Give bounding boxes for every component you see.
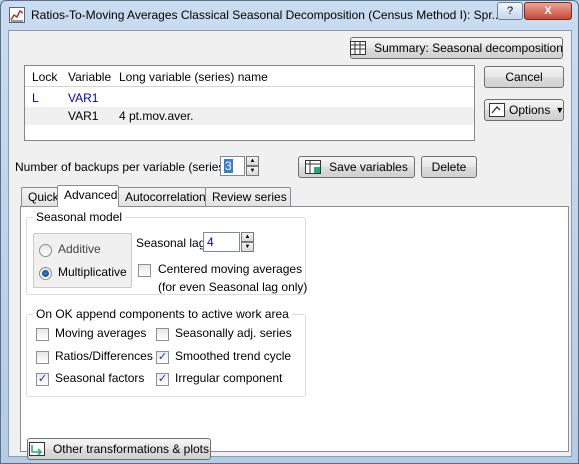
dialog-body: Summary: Seasonal decomposition Cancel O…: [8, 30, 572, 460]
append-components-group: On OK append components to active work a…: [26, 307, 306, 397]
centered-moving-averages-checkbox[interactable]: [138, 264, 151, 277]
centered-moving-averages-label: Centered moving averages: [158, 262, 303, 276]
tab-autocorrelations[interactable]: Autocorrelations: [118, 187, 212, 206]
additive-radio[interactable]: [39, 244, 52, 257]
seasonal-lag-value: 4: [207, 235, 214, 249]
transform-icon: [28, 442, 45, 456]
advanced-tab-panel: Seasonal model Additive Multiplicative S…: [20, 206, 569, 460]
variable-cell: VAR1: [68, 109, 99, 123]
list-item[interactable]: L VAR1: [25, 89, 474, 107]
dropdown-arrow-icon: ▼: [555, 105, 565, 115]
seasonally-adj-series-checkbox[interactable]: [156, 328, 169, 341]
backups-label: Number of backups per variable (series):: [15, 160, 232, 174]
help-button[interactable]: ?: [497, 2, 523, 20]
close-button[interactable]: X: [524, 2, 572, 20]
spin-down-icon[interactable]: ▼: [246, 166, 259, 176]
seasonal-model-group: Seasonal model Additive Multiplicative S…: [26, 210, 308, 295]
variables-list[interactable]: Lock Variable Long variable (series) nam…: [24, 65, 475, 141]
model-type-box: Additive Multiplicative: [33, 233, 132, 288]
table-icon: [350, 41, 367, 55]
header-lock: Lock: [32, 70, 58, 84]
irregular-component-checkbox[interactable]: ✓: [156, 373, 169, 386]
smoothed-trend-cycle-label: Smoothed trend cycle: [175, 349, 292, 363]
tab-quick[interactable]: Quick: [21, 187, 59, 206]
append-components-title: On OK append components to active work a…: [33, 307, 292, 321]
multiplicative-label: Multiplicative: [58, 265, 127, 279]
options-icon: [489, 103, 505, 117]
other-transformations-label: Other transformations & plots: [52, 442, 210, 456]
save-variables-button[interactable]: Save variables: [298, 156, 415, 178]
header-long-name: Long variable (series) name: [119, 70, 268, 84]
ratios-differences-label: Ratios/Differences: [55, 349, 153, 363]
window-title: Ratios-To-Moving Averages Classical Seas…: [31, 8, 499, 22]
spin-down-icon[interactable]: ▼: [241, 242, 254, 252]
backups-input[interactable]: 3: [220, 156, 245, 176]
spin-up-icon[interactable]: ▲: [246, 156, 259, 166]
lock-cell: L: [32, 91, 39, 105]
title-bar: Ratios-To-Moving Averages Classical Seas…: [1, 1, 578, 29]
summary-button-label: Summary: Seasonal decomposition: [374, 41, 563, 55]
spin-up-icon[interactable]: ▲: [241, 232, 254, 242]
additive-label: Additive: [58, 242, 101, 256]
centered-note: (for even Seasonal lag only): [158, 280, 308, 294]
chart-icon: [9, 7, 25, 23]
cancel-button[interactable]: Cancel: [484, 66, 564, 88]
variables-list-header: Lock Variable Long variable (series) nam…: [25, 66, 474, 87]
seasonally-adj-series-label: Seasonally adj. series: [175, 326, 292, 340]
tab-advanced[interactable]: Advanced: [57, 185, 119, 207]
multiplicative-radio[interactable]: [39, 267, 52, 280]
header-variable: Variable: [68, 70, 112, 84]
ratios-differences-checkbox[interactable]: [36, 351, 49, 364]
long-name-cell: 4 pt.mov.aver.: [119, 109, 194, 123]
summary-button[interactable]: Summary: Seasonal decomposition: [350, 37, 563, 59]
seasonal-factors-label: Seasonal factors: [55, 371, 145, 385]
tab-review-series[interactable]: Review series: [205, 187, 291, 206]
backups-value: 3: [224, 159, 233, 173]
list-item[interactable]: VAR1 4 pt.mov.aver.: [25, 107, 474, 125]
save-variables-icon: [305, 160, 322, 174]
backups-stepper[interactable]: ▲ ▼: [246, 156, 259, 176]
delete-button[interactable]: Delete: [421, 156, 477, 178]
smoothed-trend-cycle-checkbox[interactable]: ✓: [156, 351, 169, 364]
seasonal-factors-checkbox[interactable]: ✓: [36, 373, 49, 386]
seasonal-model-title: Seasonal model: [33, 210, 126, 224]
options-button[interactable]: Options ▼: [484, 99, 564, 121]
variable-cell: VAR1: [68, 91, 99, 105]
options-button-label: Options: [509, 103, 551, 117]
moving-averages-checkbox[interactable]: [36, 328, 49, 341]
other-transformations-button[interactable]: Other transformations & plots: [27, 438, 211, 460]
save-variables-label: Save variables: [329, 160, 408, 174]
moving-averages-label: Moving averages: [55, 326, 147, 340]
seasonal-lag-stepper[interactable]: ▲ ▼: [241, 232, 254, 252]
dialog-window: Ratios-To-Moving Averages Classical Seas…: [0, 0, 579, 464]
seasonal-lag-input[interactable]: 4: [203, 232, 240, 252]
seasonal-lag-label: Seasonal lag:: [136, 236, 209, 250]
irregular-component-label: Irregular component: [175, 371, 283, 385]
